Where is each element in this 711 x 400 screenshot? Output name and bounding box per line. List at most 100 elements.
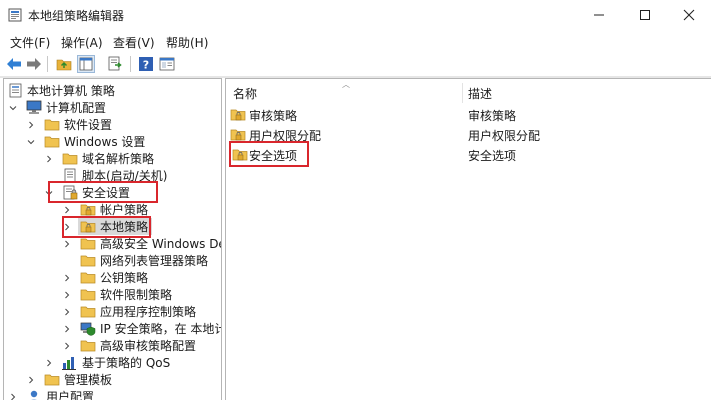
tree-item-label: 高级审核策略配置	[100, 339, 197, 353]
list-item-description: 用户权限分配	[468, 129, 541, 143]
folder-icon	[80, 340, 96, 352]
list-item-name: 用户权限分配	[249, 129, 322, 143]
forward-icon	[27, 58, 41, 70]
folder-icon	[44, 374, 60, 386]
menu-file[interactable]: 文件(F)	[10, 34, 50, 51]
list-item-name: 安全选项	[249, 149, 298, 163]
export-list-icon	[108, 56, 122, 71]
list-item-description: 安全选项	[468, 149, 517, 163]
chevron-right-icon[interactable]	[62, 303, 72, 320]
column-separator[interactable]	[462, 83, 463, 103]
tree-item-label: 管理模板	[64, 373, 113, 387]
user-icon	[30, 390, 38, 400]
back-icon	[7, 58, 21, 70]
minimize-button[interactable]	[576, 0, 622, 30]
chevron-down-icon[interactable]	[26, 133, 36, 150]
title-bar: 本地组策略编辑器	[0, 0, 711, 30]
folder-icon	[44, 136, 60, 148]
tree-item-label: 本地计算机 策略	[27, 84, 115, 98]
show-hide-tree-button[interactable]	[77, 55, 95, 73]
folder-icon	[80, 272, 96, 284]
up-folder-icon	[56, 59, 72, 71]
chevron-right-icon[interactable]	[44, 354, 54, 371]
folder-icon	[80, 255, 96, 267]
close-button[interactable]	[666, 0, 711, 30]
chevron-right-icon[interactable]	[62, 201, 72, 218]
folder-lock-icon	[230, 109, 246, 121]
properties-button[interactable]	[158, 55, 176, 73]
close-icon	[683, 9, 695, 21]
computer-icon	[26, 100, 42, 114]
menu-bar: 文件(F) 操作(A) 查看(V) 帮助(H)	[0, 30, 711, 52]
tree-item-label: 公钥策略	[100, 271, 149, 285]
list-item-name: 审核策略	[249, 109, 298, 123]
chevron-right-icon[interactable]	[62, 235, 72, 252]
minimize-icon	[594, 14, 604, 16]
export-list-button[interactable]	[106, 55, 124, 73]
chevron-right-icon[interactable]	[62, 337, 72, 354]
menu-action[interactable]: 操作(A)	[61, 34, 103, 51]
menu-view[interactable]: 查看(V)	[113, 34, 155, 51]
chevron-down-icon[interactable]	[44, 184, 54, 201]
maximize-icon	[640, 10, 650, 20]
tree-item-label: 高级安全 Windows Defe	[100, 237, 221, 251]
ip-security-icon	[80, 322, 96, 336]
tree-item-label: IP 安全策略，在 本地计算	[100, 322, 221, 336]
folder-icon	[80, 238, 96, 250]
qos-chart-icon	[62, 357, 76, 370]
help-icon: ?	[139, 57, 153, 72]
folder-icon	[80, 306, 96, 318]
up-folder-button[interactable]	[55, 55, 73, 73]
chevron-down-icon[interactable]	[8, 99, 18, 116]
chevron-right-icon[interactable]	[62, 286, 72, 303]
computer-policy-icon	[9, 83, 22, 98]
details-pane[interactable]: ︿ 名称 描述 审核策略 审核策略 用户权限分配 用户权限分配 安全选项 安全选…	[225, 78, 711, 400]
help-button[interactable]: ?	[137, 55, 155, 73]
tree-item-label: 网络列表管理器策略	[100, 254, 209, 268]
tree-item-label: 计算机配置	[46, 101, 107, 115]
tree-item-label: 基于策略的 QoS	[82, 356, 171, 370]
chevron-right-icon[interactable]	[26, 116, 36, 133]
tree-item-label: 安全设置	[82, 186, 131, 200]
console-tree[interactable]: 本地计算机 策略 计算机配置 软件设置 Windows 设置 域名解析策略 脚本…	[3, 78, 222, 400]
menu-help[interactable]: 帮助(H)	[166, 34, 208, 51]
gpedit-app-icon	[8, 8, 22, 22]
tree-item-label: 域名解析策略	[82, 152, 155, 166]
window-title: 本地组策略编辑器	[28, 9, 125, 23]
folder-icon	[62, 153, 78, 165]
tree-item-label: 用户配置	[46, 390, 95, 400]
tree-item-label: 脚本(启动/关机)	[82, 169, 168, 183]
script-icon	[64, 168, 76, 183]
tree-item-label: 本地策略	[100, 220, 149, 234]
list-row-security-options[interactable]: 安全选项 安全选项	[230, 146, 700, 164]
sort-indicator-icon: ︿	[342, 80, 350, 89]
chevron-right-icon[interactable]	[44, 150, 54, 167]
column-header-name[interactable]: 名称	[233, 85, 257, 102]
forward-button[interactable]	[25, 55, 43, 73]
tree-item-label: 帐户策略	[100, 203, 149, 217]
back-button[interactable]	[5, 55, 23, 73]
svg-text:?: ?	[143, 59, 149, 72]
toolbar: ?	[0, 52, 711, 76]
tree-item-label: Windows 设置	[64, 135, 146, 149]
chevron-right-icon[interactable]	[62, 320, 72, 337]
chevron-right-icon[interactable]	[62, 269, 72, 286]
toolbar-separator	[47, 56, 48, 72]
properties-icon	[159, 57, 175, 71]
folder-lock-icon	[80, 221, 96, 233]
tree-item-label: 应用程序控制策略	[100, 305, 197, 319]
list-item-description: 审核策略	[468, 109, 517, 123]
chevron-right-icon[interactable]	[26, 371, 36, 388]
security-settings-icon	[63, 185, 78, 200]
tree-item-label: 软件设置	[64, 118, 113, 132]
folder-icon	[80, 289, 96, 301]
chevron-right-icon[interactable]	[8, 388, 18, 400]
column-header-description[interactable]: 描述	[468, 85, 492, 102]
list-row-user-rights[interactable]: 用户权限分配 用户权限分配	[230, 126, 700, 144]
list-row-audit-policy[interactable]: 审核策略 审核策略	[230, 106, 700, 124]
chevron-right-icon[interactable]	[62, 218, 72, 235]
maximize-button[interactable]	[622, 0, 668, 30]
folder-lock-icon	[232, 149, 248, 161]
folder-icon	[44, 119, 60, 131]
show-hide-tree-icon	[79, 57, 93, 71]
